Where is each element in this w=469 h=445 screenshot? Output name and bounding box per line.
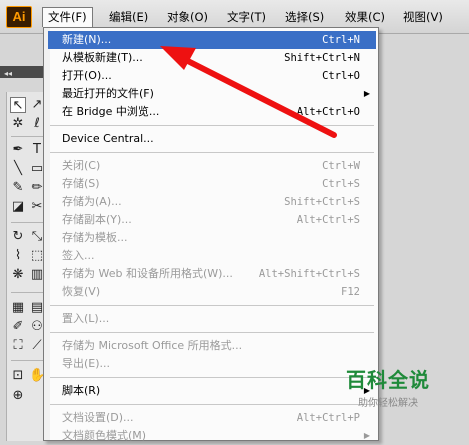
menu-item-label: 存储副本(Y)... <box>62 213 132 226</box>
file-menu-item[interactable]: 存储为模板... <box>48 229 376 247</box>
menu-item-label: 签入... <box>62 249 95 262</box>
symbol-sprayer-tool-icon[interactable]: ❋ <box>10 267 26 283</box>
file-menu-item[interactable]: 存储为 Microsoft Office 所用格式... <box>48 337 376 355</box>
menu-item-label: 恢复(V) <box>62 285 101 298</box>
watermark: 百科全说 助你轻松解决 <box>338 368 438 409</box>
file-menu-item[interactable]: 关闭(C) Ctrl+W <box>48 157 376 175</box>
magic-wand-tool-icon[interactable]: ✲ <box>10 116 26 132</box>
menu-item-label: 存储为 Microsoft Office 所用格式... <box>62 339 243 352</box>
menu-5[interactable]: 效果(C) <box>340 7 390 27</box>
file-menu-item[interactable]: 脚本(R) ▶ <box>48 382 376 400</box>
menu-item-shortcut: Shift+Ctrl+S <box>284 196 360 208</box>
menu-item-label: 文档颜色模式(M) <box>62 429 147 442</box>
tools-panel: ↖ ↗ ✲ ℓ ✒ T ╲ ▭ ✎ ✏ ◪ ✂ ↻ ⤡ ⌇ ⬚ ❋ ▥ ▦ ▤ ✐ ⚇ ⛶ ⟋ ⊡ ✋ ⊕ <box>6 92 45 441</box>
tool-separator <box>11 360 43 361</box>
live-paint-tool-icon[interactable]: ⛶ <box>10 338 26 354</box>
brush-tool-icon[interactable]: ✎ <box>10 180 26 196</box>
watermark-title: 百科全说 <box>346 368 430 392</box>
menu-item-shortcut: Ctrl+O <box>322 70 360 82</box>
watermark-subtitle: 助你轻松解决 <box>358 398 418 409</box>
file-menu-item[interactable]: 导出(E)... <box>48 355 376 373</box>
collapse-panel-icon[interactable]: ◂◂ <box>0 69 12 78</box>
menu-separator <box>50 377 374 378</box>
menu-item-label: 在 Bridge 中浏览... <box>62 105 160 118</box>
zoom-tool-icon[interactable]: ⊕ <box>10 388 26 404</box>
menu-separator <box>50 305 374 306</box>
menu-item-label: 打开(O)... <box>62 69 112 82</box>
file-menu-item[interactable]: 从模板新建(T)... Shift+Ctrl+N <box>48 49 376 67</box>
menu-item-label: 关闭(C) <box>62 159 101 172</box>
file-menu-item[interactable]: 文档设置(D)... Alt+Ctrl+P <box>48 409 376 427</box>
menu-item-shortcut: Alt+Shift+Ctrl+S <box>258 268 360 280</box>
menu-4[interactable]: 选择(S) <box>280 7 329 27</box>
file-menu-item[interactable]: 最近打开的文件(F) ▶ <box>48 85 376 103</box>
menu-item-shortcut: Shift+Ctrl+N <box>284 52 360 64</box>
line-tool-icon[interactable]: ╲ <box>10 161 26 177</box>
eraser-tool-icon[interactable]: ◪ <box>10 199 26 215</box>
menu-item-label: 存储(S) <box>62 177 100 190</box>
warp-tool-icon[interactable]: ⌇ <box>10 248 26 264</box>
menu-6[interactable]: 视图(V) <box>398 7 448 27</box>
menu-item-label: 脚本(R) <box>62 384 101 397</box>
file-menu-item[interactable]: 存储(S) Ctrl+S <box>48 175 376 193</box>
menu-item-label: 存储为(A)... <box>62 195 122 208</box>
pen-tool-icon[interactable]: ✒ <box>10 142 26 158</box>
file-menu-item[interactable]: Device Central... <box>48 130 376 148</box>
illustrator-logo-icon: Ai <box>6 6 32 28</box>
menu-separator <box>50 125 374 126</box>
menu-1[interactable]: 编辑(E) <box>104 7 153 27</box>
tools-panel-header[interactable]: ◂◂ <box>0 66 44 78</box>
artboard-tool-icon[interactable]: ⊡ <box>10 368 26 384</box>
mesh-tool-icon[interactable]: ▦ <box>10 300 26 316</box>
menu-item-label: 存储为 Web 和设备所用格式(W)... <box>62 267 233 280</box>
file-menu-item[interactable]: 签入... <box>48 247 376 265</box>
file-menu-dropdown: 新建(N)... Ctrl+N 从模板新建(T)... Shift+Ctrl+N 打开(… <box>43 27 379 442</box>
menu-item-label: 从模板新建(T)... <box>62 51 143 64</box>
menu-2[interactable]: 对象(O) <box>162 7 213 27</box>
menu-item-shortcut: F12 <box>341 286 360 298</box>
menu-item-label: 置入(L)... <box>62 312 110 325</box>
menu-item-label: 最近打开的文件(F) <box>62 87 154 100</box>
menu-item-shortcut: Ctrl+N <box>322 34 360 46</box>
menu-separator <box>50 404 374 405</box>
file-menu-item[interactable]: 新建(N)... Ctrl+N <box>48 31 376 49</box>
menu-item-shortcut: Alt+Ctrl+P <box>296 412 360 424</box>
selection-tool-icon[interactable]: ↖ <box>10 97 26 113</box>
file-menu-item[interactable]: 打开(O)... Ctrl+O <box>48 67 376 85</box>
file-menu-item[interactable]: 恢复(V) F12 <box>48 283 376 301</box>
menu-3[interactable]: 文字(T) <box>222 7 271 27</box>
file-menu-item[interactable]: 存储副本(Y)... Alt+Ctrl+S <box>48 211 376 229</box>
menu-item-label: 导出(E)... <box>62 357 111 370</box>
eyedropper-tool-icon[interactable]: ✐ <box>10 319 26 335</box>
menu-0[interactable]: 文件(F) <box>42 7 93 27</box>
menu-item-shortcut: Alt+Ctrl+S <box>296 214 360 226</box>
tool-separator <box>11 136 43 137</box>
file-menu-item[interactable]: 置入(L)... <box>48 310 376 328</box>
rotate-tool-icon[interactable]: ↻ <box>10 229 26 245</box>
menu-item-shortcut: Ctrl+S <box>322 178 360 190</box>
menu-item-label: 文档设置(D)... <box>62 411 134 424</box>
menu-separator <box>50 332 374 333</box>
submenu-arrow-icon: ▶ <box>363 89 370 98</box>
file-menu-item[interactable]: 文档颜色模式(M) ▶ <box>48 427 376 445</box>
submenu-arrow-icon: ▶ <box>363 431 370 440</box>
menu-item-label: 存储为模板... <box>62 231 128 244</box>
tool-separator <box>11 222 43 223</box>
menu-item-label: Device Central... <box>62 132 154 145</box>
file-menu-item[interactable]: 存储为 Web 和设备所用格式(W)... Alt+Shift+Ctrl+S <box>48 265 376 283</box>
menu-item-shortcut: Ctrl+W <box>322 160 360 172</box>
tool-separator <box>11 292 43 293</box>
menu-item-shortcut: Alt+Ctrl+O <box>296 106 360 118</box>
file-menu-item[interactable]: 在 Bridge 中浏览... Alt+Ctrl+O <box>48 103 376 121</box>
menu-item-label: 新建(N)... <box>62 33 112 46</box>
menu-separator <box>50 152 374 153</box>
file-menu-item[interactable]: 存储为(A)... Shift+Ctrl+S <box>48 193 376 211</box>
